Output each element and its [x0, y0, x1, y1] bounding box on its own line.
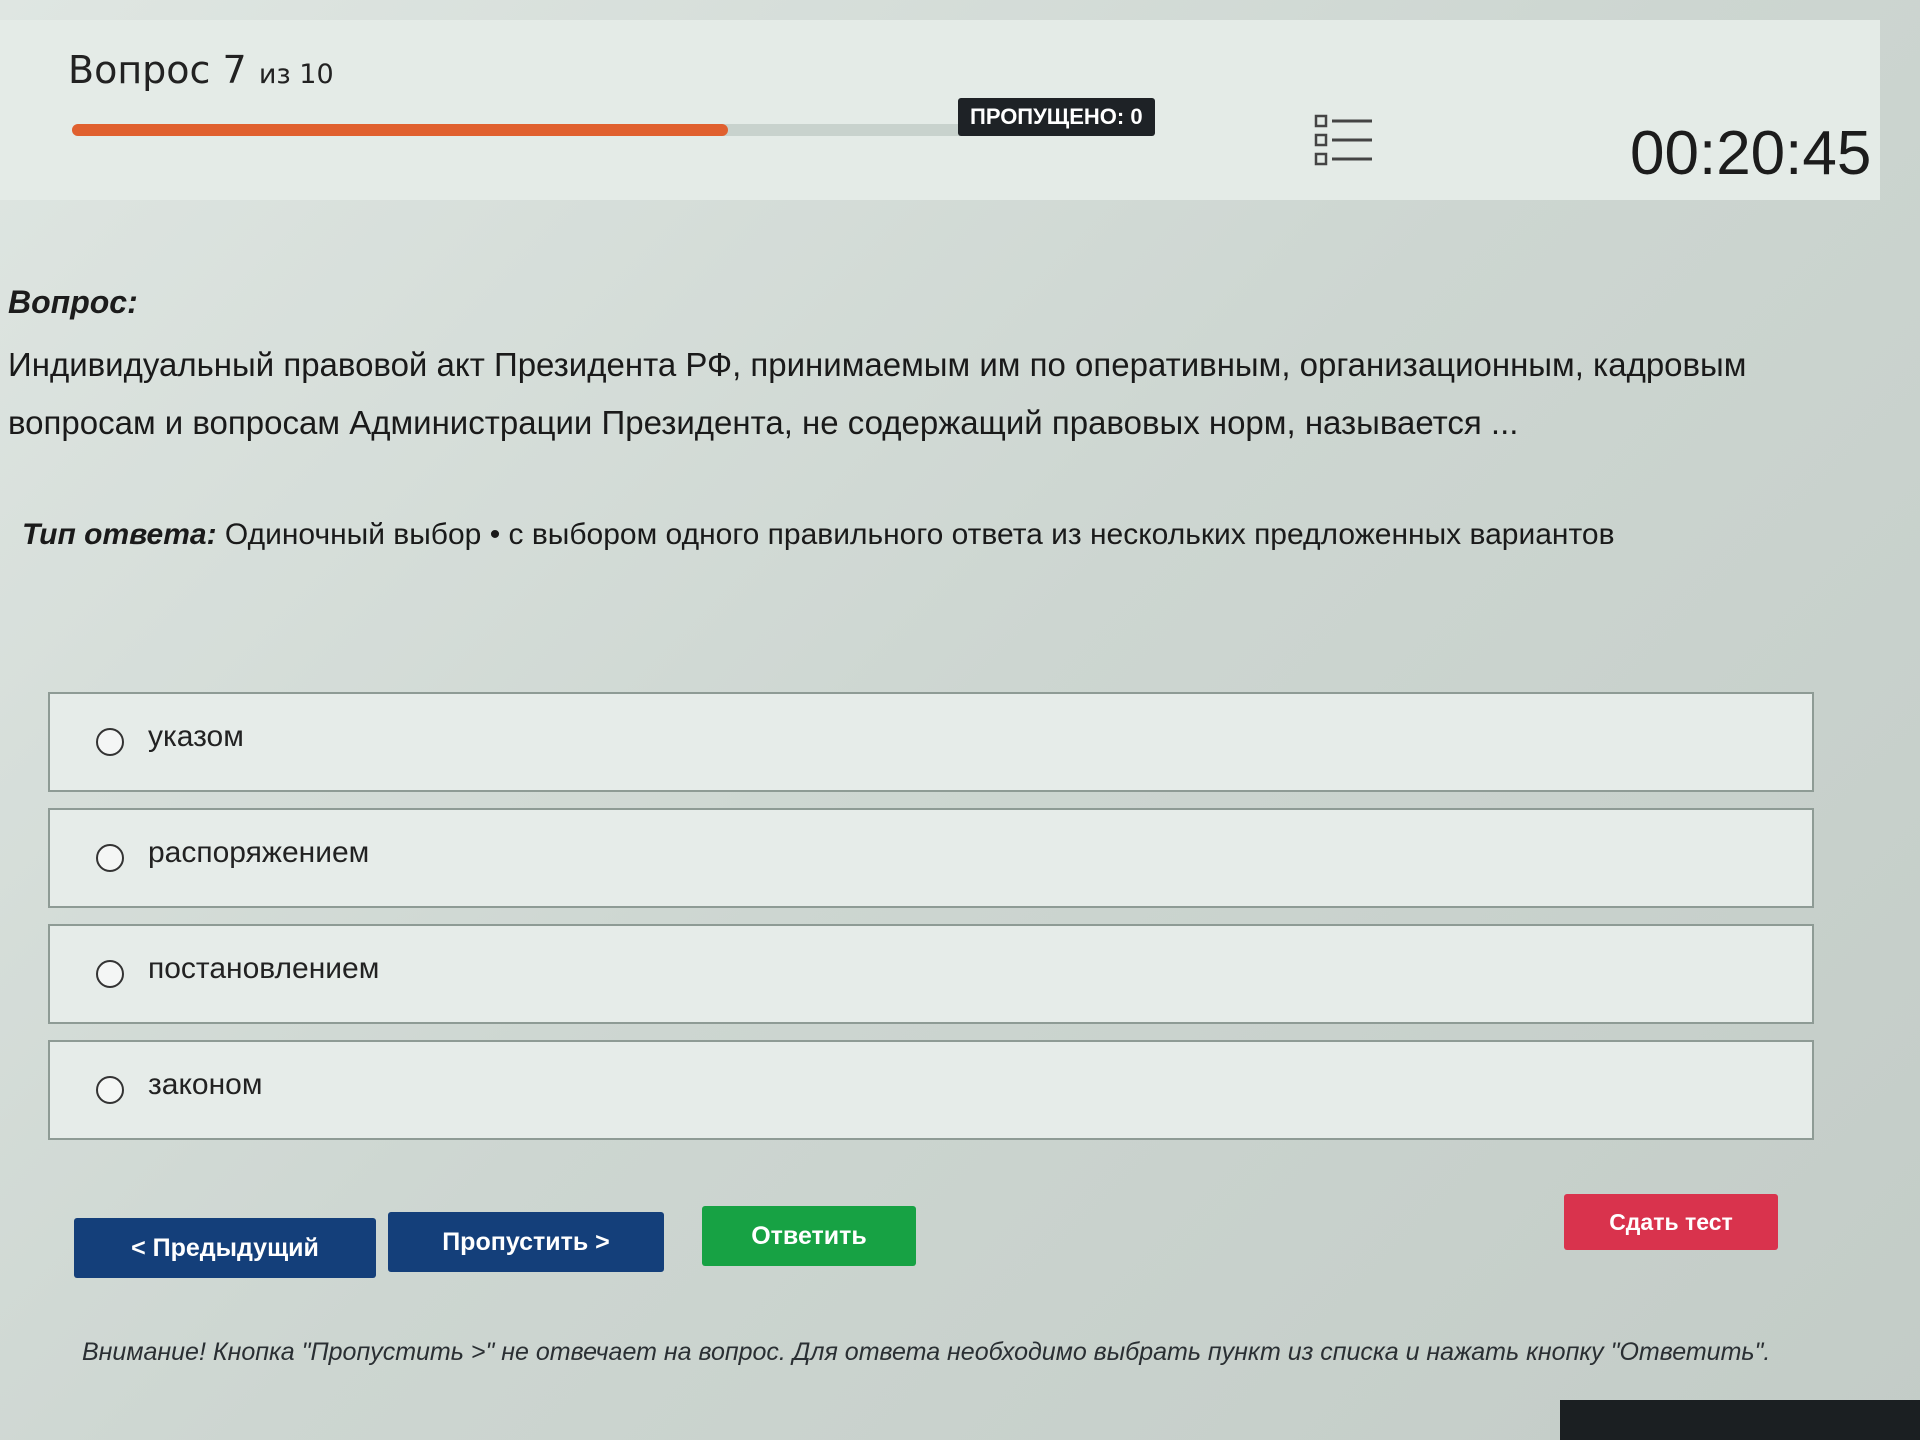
submit-test-button[interactable]: Сдать тест — [1564, 1194, 1778, 1250]
question-text: Индивидуальный правовой акт Президента Р… — [8, 346, 1747, 441]
answer-type: Тип ответа: Одиночный выбор • с выбором … — [22, 518, 1615, 552]
answer-type-label: Тип ответа: — [22, 518, 217, 551]
option-label: распоряжением — [148, 836, 370, 869]
radio-button[interactable] — [96, 960, 124, 988]
option-label: постановлением — [148, 952, 380, 985]
progress-fill — [72, 124, 728, 136]
question-word: Вопрос — [68, 48, 211, 92]
option-postanovleniem[interactable]: постановлением — [48, 924, 1814, 1024]
option-label: указом — [148, 720, 244, 753]
radio-button[interactable] — [96, 728, 124, 756]
answer-button[interactable]: Ответить — [702, 1206, 916, 1266]
question-list-icon[interactable] — [1312, 112, 1376, 168]
question-number: 7 — [222, 48, 247, 92]
question-counter: Вопрос 7 из 10 — [68, 48, 334, 92]
question-total: из 10 — [258, 59, 334, 90]
skip-button[interactable]: Пропустить > — [388, 1212, 664, 1272]
previous-button[interactable]: < Предыдущий — [74, 1218, 376, 1278]
radio-button[interactable] — [96, 1076, 124, 1104]
answer-type-value: Одиночный выбор • с выбором одного прави… — [224, 518, 1615, 551]
radio-button[interactable] — [96, 844, 124, 872]
timer: 00:20:45 — [1630, 119, 1872, 188]
option-ukazom[interactable]: указом — [48, 692, 1814, 792]
question-label: Вопрос: — [8, 284, 138, 320]
screen-bezel — [1560, 1400, 1920, 1440]
option-zakonom[interactable]: законом — [48, 1040, 1814, 1140]
option-label: законом — [148, 1068, 263, 1101]
notice-text: Внимание! Кнопка "Пропустить >" не отвеч… — [82, 1338, 1771, 1366]
answer-options: указом распоряжением постановлением зако… — [48, 692, 1814, 1156]
option-rasporyazheniem[interactable]: распоряжением — [48, 808, 1814, 908]
test-header — [0, 20, 1880, 200]
skipped-badge: ПРОПУЩЕНО: 0 — [958, 98, 1155, 136]
